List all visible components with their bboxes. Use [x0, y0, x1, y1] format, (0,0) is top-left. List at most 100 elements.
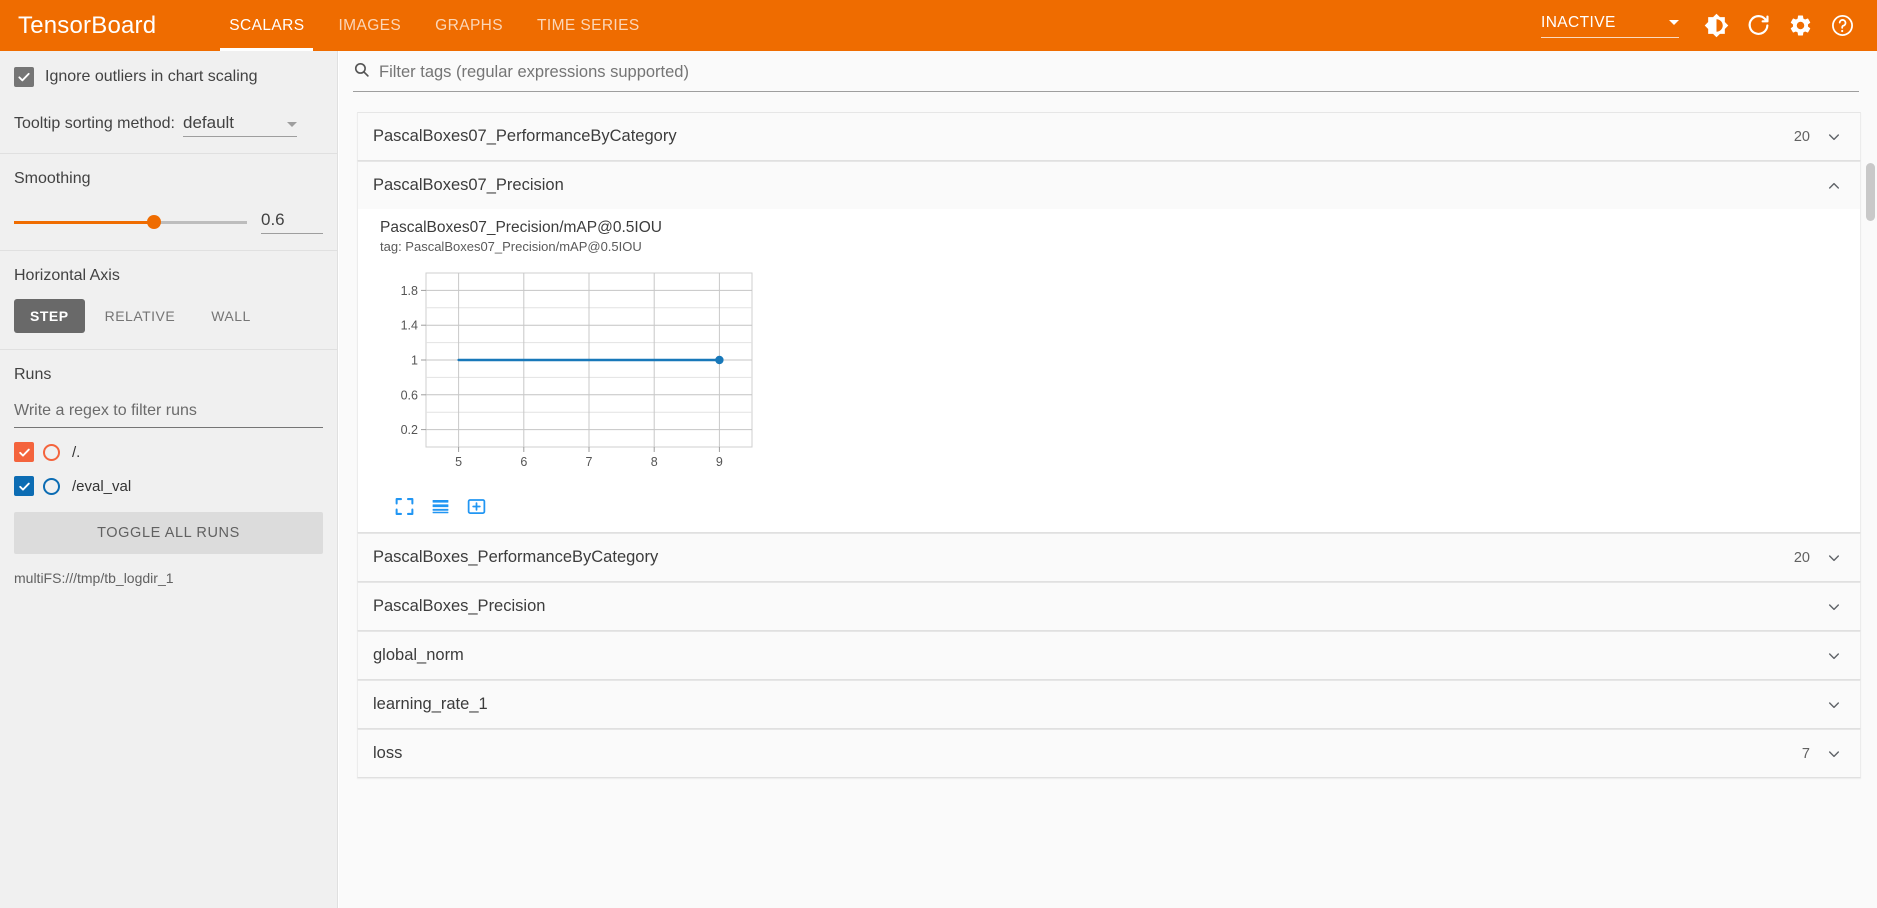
chevron-down-icon[interactable] — [1826, 746, 1842, 762]
tag-count-badge: 20 — [1793, 128, 1810, 145]
run-color-swatch — [43, 443, 60, 461]
smoothing-label: Smoothing — [14, 170, 91, 187]
chart-series — [457, 355, 724, 365]
run-item-eval-val[interactable]: /eval_val — [14, 476, 323, 496]
tag-card-header[interactable]: global_norm — [358, 632, 1860, 679]
tag-card-meta — [1810, 697, 1842, 713]
run-item-root[interactable]: /. — [14, 442, 323, 462]
tag-card-list: PascalBoxes07_PerformanceByCategory 20 P… — [357, 112, 1861, 778]
settings-gear-icon[interactable] — [1779, 5, 1821, 47]
refresh-icon[interactable] — [1737, 5, 1779, 47]
brightness-icon[interactable] — [1695, 5, 1737, 47]
tag-card: global_norm — [357, 631, 1861, 680]
ignore-outliers-checkbox[interactable]: Ignore outliers in chart scaling — [14, 67, 323, 87]
tag-filter-input[interactable]: Filter tags (regular expressions support… — [379, 63, 689, 82]
svg-text:1: 1 — [411, 354, 418, 368]
smoothing-value: 0.6 — [261, 210, 285, 229]
svg-text:8: 8 — [651, 455, 658, 469]
chart-y-axis-ticks: 0.2 0.6 1 1.4 1.8 — [401, 284, 426, 437]
chart-x-axis-ticks: 5 6 7 8 9 — [455, 447, 723, 469]
runs-label: Runs — [14, 366, 52, 383]
fit-domain-icon[interactable] — [466, 496, 488, 518]
tag-card-title: learning_rate_1 — [373, 695, 488, 713]
search-icon — [353, 61, 370, 83]
tag-card-header[interactable]: PascalBoxes_PerformanceByCategory 20 — [358, 534, 1860, 581]
tooltip-sorting-select[interactable]: default — [182, 113, 297, 137]
chevron-down-icon[interactable] — [1826, 599, 1842, 615]
checkbox-checked-icon[interactable] — [14, 442, 34, 462]
slider-thumb[interactable] — [146, 215, 161, 229]
chevron-down-icon[interactable] — [1826, 697, 1842, 713]
scalar-chart[interactable]: 0.2 0.6 1 1.4 1.8 5 6 7 8 9 — [380, 265, 1860, 490]
fullscreen-icon[interactable] — [394, 496, 416, 518]
chevron-down-icon[interactable] — [1826, 550, 1842, 566]
tag-card-title: PascalBoxes_PerformanceByCategory — [373, 548, 659, 566]
tag-card-title: PascalBoxes07_PerformanceByCategory — [373, 127, 677, 145]
svg-text:0.6: 0.6 — [401, 388, 418, 402]
main-content: Filter tags (regular expressions support… — [339, 51, 1877, 908]
chart-title: PascalBoxes07_Precision/mAP@0.5IOU — [380, 219, 662, 236]
tab-scalars-label: SCALARS — [229, 16, 305, 34]
data-table-icon[interactable] — [430, 496, 452, 518]
run-item-label: /eval_val — [72, 477, 132, 495]
chart-svg[interactable]: 0.2 0.6 1 1.4 1.8 5 6 7 8 9 — [380, 265, 760, 485]
nav-tabs: SCALARS IMAGES GRAPHS TIME SERIES — [212, 0, 656, 51]
tooltip-sorting-value: default — [182, 113, 235, 132]
checkbox-checked-icon[interactable] — [14, 476, 34, 496]
tag-count-badge: 20 — [1793, 549, 1810, 566]
tag-card-header[interactable]: PascalBoxes07_Precision — [358, 162, 1860, 209]
smoothing-slider[interactable] — [14, 212, 247, 232]
runs-section: Runs Write a regex to filter runs /. /ev… — [0, 350, 337, 602]
tag-card-meta — [1810, 599, 1842, 615]
tag-card: PascalBoxes_Precision — [357, 582, 1861, 631]
tag-card-meta: 20 — [1794, 550, 1842, 566]
svg-text:1.4: 1.4 — [401, 319, 418, 333]
app-header: TensorBoard SCALARS IMAGES GRAPHS TIME S… — [0, 0, 1877, 51]
toggle-all-runs-button[interactable]: TOGGLE ALL RUNS — [14, 512, 323, 554]
logdir-path: multiFS:///tmp/tb_logdir_1 — [14, 570, 174, 586]
axis-option-relative[interactable]: RELATIVE — [89, 299, 192, 333]
tag-card: loss 7 — [357, 729, 1861, 778]
tag-card: PascalBoxes07_PerformanceByCategory 20 — [357, 112, 1861, 161]
help-icon[interactable] — [1821, 5, 1863, 47]
reload-status-dropdown[interactable]: INACTIVE — [1541, 14, 1679, 38]
tag-filter-bar[interactable]: Filter tags (regular expressions support… — [353, 51, 1859, 92]
chevron-down-icon[interactable] — [1826, 129, 1842, 145]
app-brand: TensorBoard — [18, 11, 157, 39]
tab-images-label: IMAGES — [338, 16, 402, 34]
tag-card-title: PascalBoxes07_Precision — [373, 176, 564, 194]
tooltip-sorting-row: Tooltip sorting method: default — [14, 113, 323, 137]
tag-card-header[interactable]: PascalBoxes_Precision — [358, 583, 1860, 630]
tab-images[interactable]: IMAGES — [321, 0, 418, 51]
tag-card-title: PascalBoxes_Precision — [373, 597, 546, 615]
horizontal-axis-section: Horizontal Axis STEP RELATIVE WALL — [0, 251, 337, 349]
chevron-up-icon[interactable] — [1826, 178, 1842, 194]
svg-text:9: 9 — [716, 455, 723, 469]
tab-graphs-label: GRAPHS — [435, 16, 504, 34]
header-actions: INACTIVE — [1541, 5, 1877, 47]
smoothing-value-input[interactable]: 0.6 — [261, 210, 323, 234]
axis-option-wall[interactable]: WALL — [195, 299, 267, 333]
tag-card: PascalBoxes07_Precision PascalBoxes07_Pr… — [357, 161, 1861, 533]
svg-text:0.2: 0.2 — [401, 423, 418, 437]
tag-card-header[interactable]: PascalBoxes07_PerformanceByCategory 20 — [358, 113, 1860, 160]
reload-status-label: INACTIVE — [1541, 13, 1616, 31]
axis-option-step[interactable]: STEP — [14, 299, 85, 333]
tag-card-body: PascalBoxes07_Precision/mAP@0.5IOU tag: … — [358, 209, 1860, 532]
run-item-label: /. — [72, 443, 81, 461]
svg-text:1.8: 1.8 — [401, 284, 418, 298]
tab-graphs[interactable]: GRAPHS — [418, 0, 520, 51]
chevron-down-icon — [1669, 20, 1679, 25]
tag-card-header[interactable]: learning_rate_1 — [358, 681, 1860, 728]
runs-filter-input[interactable]: Write a regex to filter runs — [14, 402, 323, 428]
chevron-down-icon[interactable] — [1826, 648, 1842, 664]
chevron-down-icon — [286, 122, 297, 127]
tag-card: learning_rate_1 — [357, 680, 1861, 729]
tag-card-meta — [1826, 178, 1842, 194]
tab-scalars[interactable]: SCALARS — [212, 0, 321, 51]
checkbox-checked-icon — [14, 67, 34, 87]
tag-card-header[interactable]: loss 7 — [358, 730, 1860, 777]
tab-time-series[interactable]: TIME SERIES — [520, 0, 657, 51]
vertical-scrollbar-thumb[interactable] — [1866, 163, 1875, 221]
tooltip-sorting-label: Tooltip sorting method: — [14, 115, 175, 132]
